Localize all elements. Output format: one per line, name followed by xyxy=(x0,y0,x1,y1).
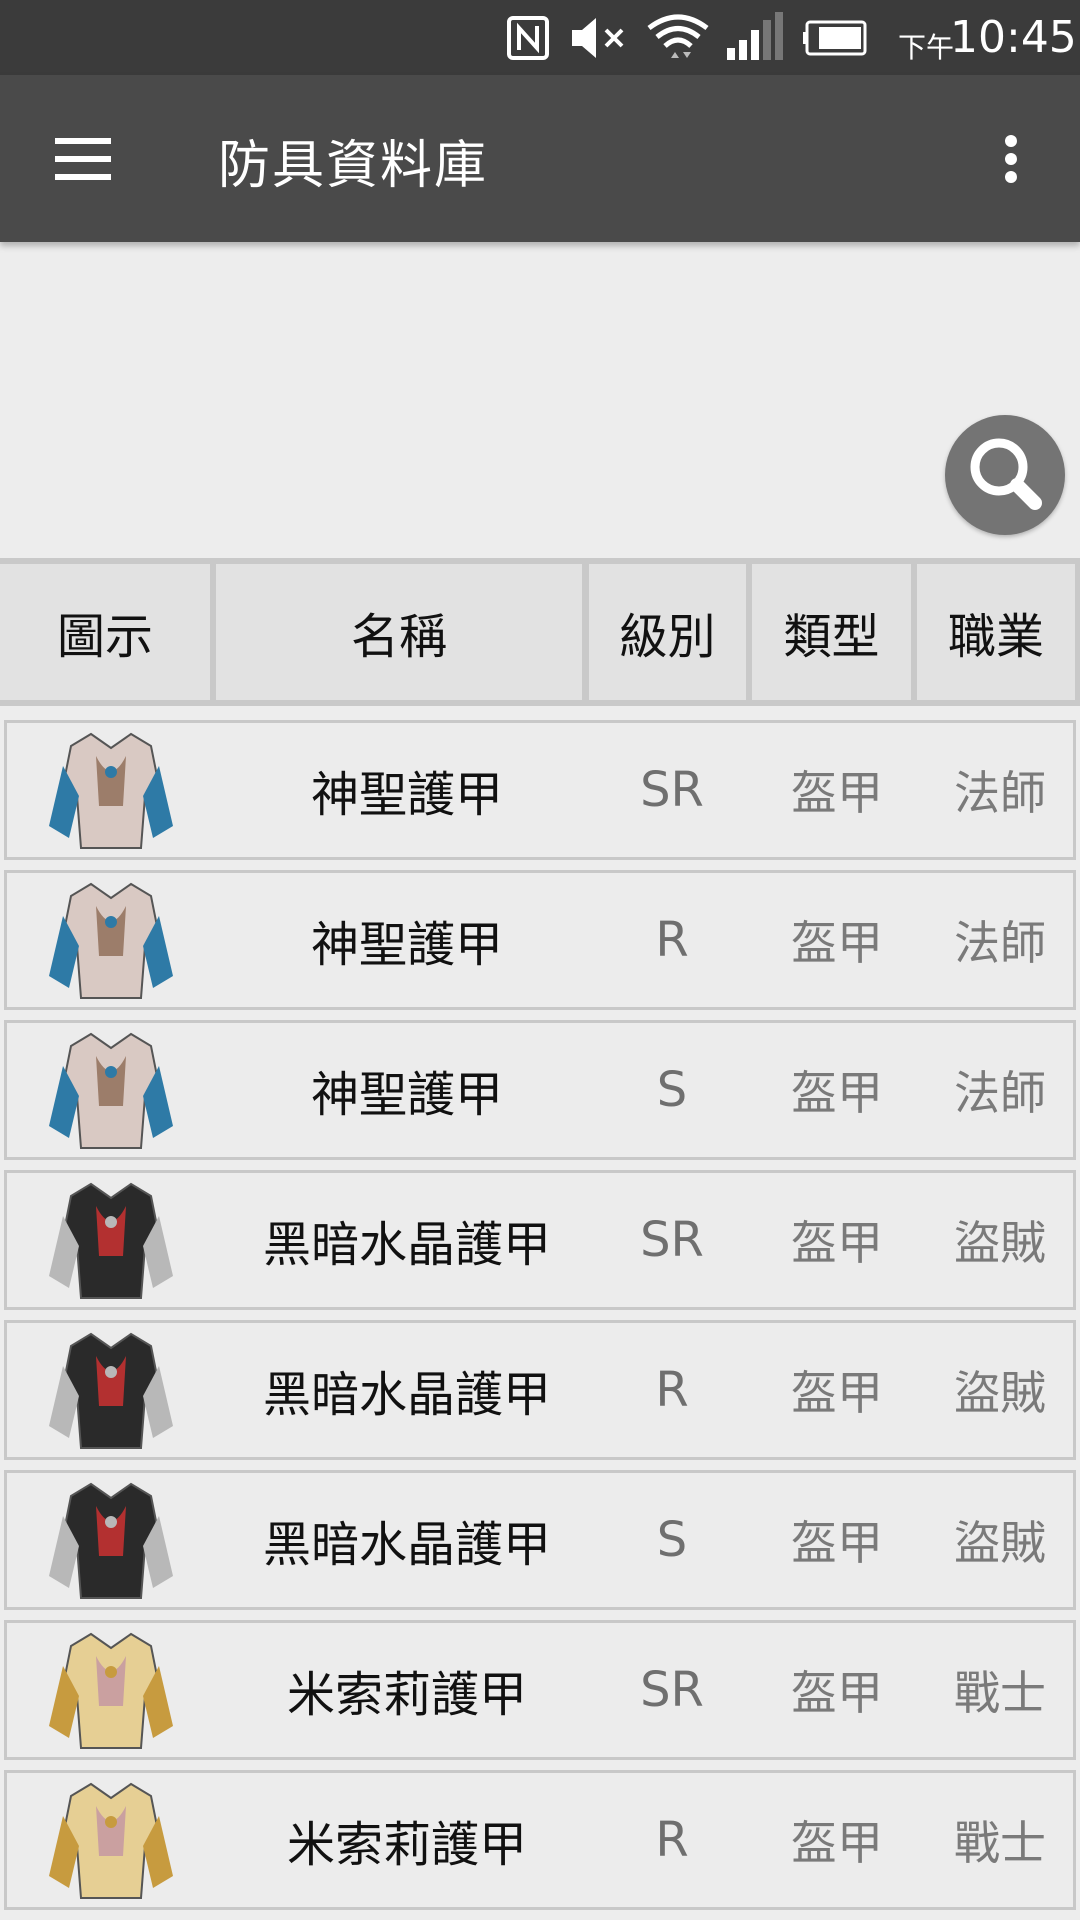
armor-thumbnail-icon xyxy=(49,1032,173,1149)
armor-thumbnail-icon xyxy=(49,732,173,849)
armor-type: 盔甲 xyxy=(791,1366,883,1420)
armor-name: 神聖護甲 xyxy=(310,767,503,823)
hamburger-menu-icon xyxy=(55,138,111,144)
armor-rank: SR xyxy=(640,1662,704,1718)
nfc-icon xyxy=(507,16,549,60)
hamburger-menu-button[interactable] xyxy=(40,119,130,199)
armor-type: 盔甲 xyxy=(791,1816,883,1870)
armor-name: 米索莉護甲 xyxy=(286,1667,527,1723)
armor-thumbnail-icon xyxy=(49,882,173,999)
table-header: 圖示 名稱 級別 類型 職業 xyxy=(0,558,1080,706)
signal-icon xyxy=(727,12,783,60)
table-row[interactable]: 米索莉護甲 SR 盔甲 戰士 xyxy=(4,1620,1076,1760)
table-row[interactable]: 神聖護甲 R 盔甲 法師 xyxy=(4,870,1076,1010)
table-row[interactable]: 黑暗水晶護甲 R 盔甲 盜賊 xyxy=(4,1320,1076,1460)
armor-class: 法師 xyxy=(954,1066,1046,1120)
armor-type: 盔甲 xyxy=(791,1516,883,1570)
status-time-prefix: 下午 xyxy=(898,31,955,64)
overflow-menu-button[interactable] xyxy=(975,119,1045,199)
battery-icon xyxy=(803,20,867,56)
armor-thumbnail-icon xyxy=(49,1482,173,1599)
wifi-icon xyxy=(647,14,709,58)
armor-type: 盔甲 xyxy=(791,1216,883,1270)
armor-name: 神聖護甲 xyxy=(310,917,503,973)
armor-name: 黑暗水晶護甲 xyxy=(262,1517,551,1573)
armor-rank: S xyxy=(656,1062,688,1118)
table-row[interactable]: 黑暗水晶護甲 S 盔甲 盜賊 xyxy=(4,1470,1076,1610)
armor-name: 黑暗水晶護甲 xyxy=(262,1367,551,1423)
armor-name: 黑暗水晶護甲 xyxy=(262,1217,551,1273)
armor-rank: SR xyxy=(640,1212,704,1268)
armor-type: 盔甲 xyxy=(791,1666,883,1720)
armor-class: 盜賊 xyxy=(954,1216,1046,1270)
armor-thumbnail-icon xyxy=(49,1332,173,1449)
armor-type: 盔甲 xyxy=(791,766,883,820)
status-time: 10:45 xyxy=(950,12,1077,63)
status-bar: 下午 10:45 xyxy=(0,0,1080,75)
armor-name: 神聖護甲 xyxy=(310,1067,503,1123)
armor-rank: R xyxy=(655,1362,689,1418)
armor-name: 米索莉護甲 xyxy=(286,1817,527,1873)
armor-thumbnail-icon xyxy=(49,1182,173,1299)
armor-type: 盔甲 xyxy=(791,916,883,970)
header-rank[interactable]: 級別 xyxy=(589,564,746,700)
armor-thumbnail-icon xyxy=(49,1632,173,1749)
search-button[interactable] xyxy=(945,415,1065,535)
armor-class: 戰士 xyxy=(954,1816,1046,1870)
table-row[interactable]: 黑暗水晶護甲 SR 盔甲 盜賊 xyxy=(4,1170,1076,1310)
armor-rank: R xyxy=(655,912,689,968)
mute-icon xyxy=(572,18,624,58)
armor-type: 盔甲 xyxy=(791,1066,883,1120)
armor-class: 法師 xyxy=(954,766,1046,820)
header-name[interactable]: 名稱 xyxy=(216,564,582,700)
page-title: 防具資料庫 xyxy=(218,136,489,196)
armor-rank: SR xyxy=(640,762,704,818)
table-row[interactable]: 神聖護甲 SR 盔甲 法師 xyxy=(4,720,1076,860)
table-row[interactable]: 米索莉護甲 R 盔甲 戰士 xyxy=(4,1770,1076,1910)
table-row[interactable]: 神聖護甲 S 盔甲 法師 xyxy=(4,1020,1076,1160)
armor-class: 盜賊 xyxy=(954,1366,1046,1420)
more-vert-icon xyxy=(1005,135,1017,147)
armor-thumbnail-icon xyxy=(49,1782,173,1899)
search-icon xyxy=(970,438,1042,510)
header-class[interactable]: 職業 xyxy=(917,564,1075,700)
header-type[interactable]: 類型 xyxy=(752,564,911,700)
header-icon[interactable]: 圖示 xyxy=(0,564,210,700)
armor-class: 戰士 xyxy=(954,1666,1046,1720)
armor-class: 盜賊 xyxy=(954,1516,1046,1570)
armor-rank: R xyxy=(655,1812,689,1868)
app-bar: 防具資料庫 xyxy=(0,75,1080,242)
armor-class: 法師 xyxy=(954,916,1046,970)
armor-rank: S xyxy=(656,1512,688,1568)
